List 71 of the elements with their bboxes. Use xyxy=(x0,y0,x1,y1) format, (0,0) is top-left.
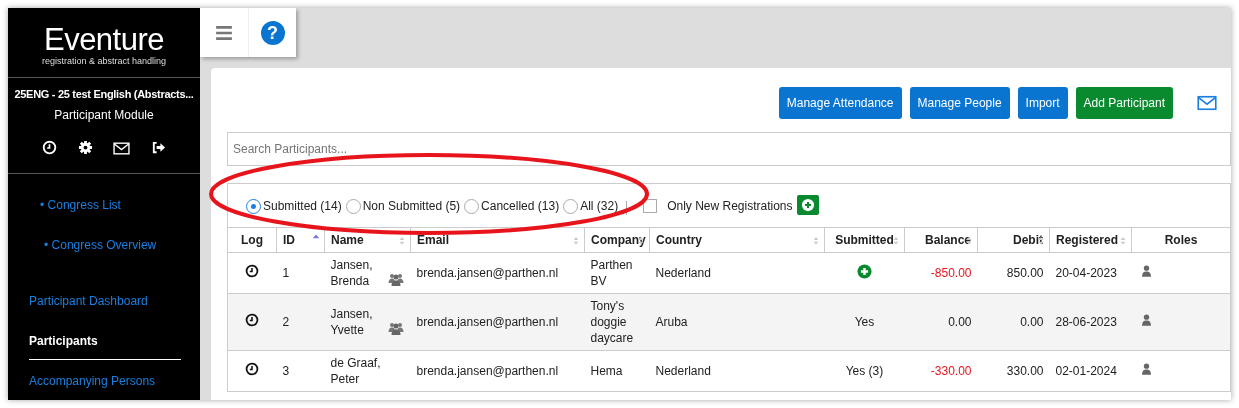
column-header[interactable]: Country xyxy=(649,227,825,253)
table-cell: Aruba xyxy=(655,315,688,329)
table-cell: 3 xyxy=(282,364,290,378)
nav-link[interactable]: • Congress Overview xyxy=(44,236,157,254)
nav-link[interactable]: Participant Dashboard xyxy=(29,292,148,310)
column-header[interactable]: Debit xyxy=(977,227,1050,253)
table-cell: Parthen BV xyxy=(590,258,633,288)
person-icon[interactable] xyxy=(1139,264,1153,278)
column-header[interactable]: Name xyxy=(324,227,411,253)
logo-tagline: registration & abstract handling xyxy=(40,55,168,68)
history-icon[interactable] xyxy=(245,362,260,376)
column-header[interactable]: Registered xyxy=(1049,227,1132,253)
search-field[interactable]: Search Participants... xyxy=(227,132,1231,166)
menu-button[interactable] xyxy=(200,8,248,57)
table-cell: 0.00 xyxy=(1020,315,1044,329)
table-cell: brenda.jansen@parthen.nl xyxy=(416,364,559,378)
column-header: Log xyxy=(227,227,277,253)
table-cell-text: de Graaf, Peter xyxy=(330,355,382,387)
table-cell: Nederland xyxy=(655,266,711,280)
action-button[interactable]: Manage People xyxy=(909,87,1010,119)
table-cell: 330.00 xyxy=(1006,364,1044,378)
table-cell: 20-04-2023 xyxy=(1055,266,1117,280)
help-button[interactable]: ? xyxy=(248,8,296,57)
table-cell: Nederland xyxy=(655,364,711,378)
group-icon[interactable] xyxy=(386,271,405,287)
table-cell: 850.00 xyxy=(1006,266,1044,280)
filter-radio[interactable]: Non Submitted (5) xyxy=(345,197,461,215)
table-cell: Yes xyxy=(854,315,875,329)
mail-icon[interactable] xyxy=(113,140,131,157)
nav-link[interactable]: • Congress List xyxy=(40,196,121,214)
table-cell: Hema xyxy=(590,364,623,378)
table-cell-text: Jansen, Brenda xyxy=(330,257,374,289)
table-cell-text: Jansen, Yvette xyxy=(330,306,374,338)
nav-link[interactable]: Accompanying Persons xyxy=(29,372,156,390)
action-button[interactable]: Add Participant xyxy=(1075,87,1173,119)
module-title: Participant Module xyxy=(53,107,155,124)
add-icon[interactable] xyxy=(857,263,872,279)
table-cell: Tony's doggie daycare xyxy=(590,299,634,345)
table-cell: 02-01-2024 xyxy=(1055,364,1117,378)
settings-icon[interactable] xyxy=(77,140,93,155)
table-cell: -330.00 xyxy=(930,364,972,378)
action-button[interactable]: Manage Attendance xyxy=(778,87,902,119)
table-cell: Yes (3) xyxy=(845,364,884,378)
column-header[interactable]: Company xyxy=(584,227,650,253)
person-icon[interactable] xyxy=(1139,313,1153,327)
only-new-checkbox[interactable]: Only New Registrations xyxy=(643,197,793,215)
table-cell: brenda.jansen@parthen.nl xyxy=(416,315,559,329)
person-icon[interactable] xyxy=(1139,362,1153,376)
logo-text: Eventure xyxy=(42,24,166,55)
column-header[interactable]: Email xyxy=(410,227,585,253)
filter-radio[interactable]: Submitted (14) xyxy=(246,197,342,215)
column-header[interactable]: ID xyxy=(276,227,325,253)
column-header[interactable]: Balance xyxy=(904,227,978,253)
table-cell: -850.00 xyxy=(930,266,972,280)
table-cell: brenda.jansen@parthen.nl xyxy=(416,266,559,280)
history-icon[interactable] xyxy=(245,313,260,327)
table-cell: 2 xyxy=(282,315,290,329)
column-header: Roles xyxy=(1131,227,1231,253)
column-header[interactable]: Submitted xyxy=(824,227,905,253)
logout-icon[interactable] xyxy=(150,140,166,155)
history-icon[interactable] xyxy=(245,264,260,278)
table-cell: 28-06-2023 xyxy=(1055,315,1117,329)
nav-link[interactable]: Participants xyxy=(29,332,181,360)
action-button[interactable]: Import xyxy=(1017,87,1068,119)
group-icon[interactable] xyxy=(386,320,405,336)
congress-title: 25ENG - 25 test English (Abstracts... xyxy=(13,86,195,102)
table-cell: 1 xyxy=(282,266,290,280)
table-cell: 0.00 xyxy=(948,315,972,329)
menu-icon[interactable] xyxy=(214,23,234,42)
filter-radio[interactable]: Cancelled (13) xyxy=(464,197,560,215)
filter-radio[interactable]: All (32) xyxy=(563,197,619,215)
